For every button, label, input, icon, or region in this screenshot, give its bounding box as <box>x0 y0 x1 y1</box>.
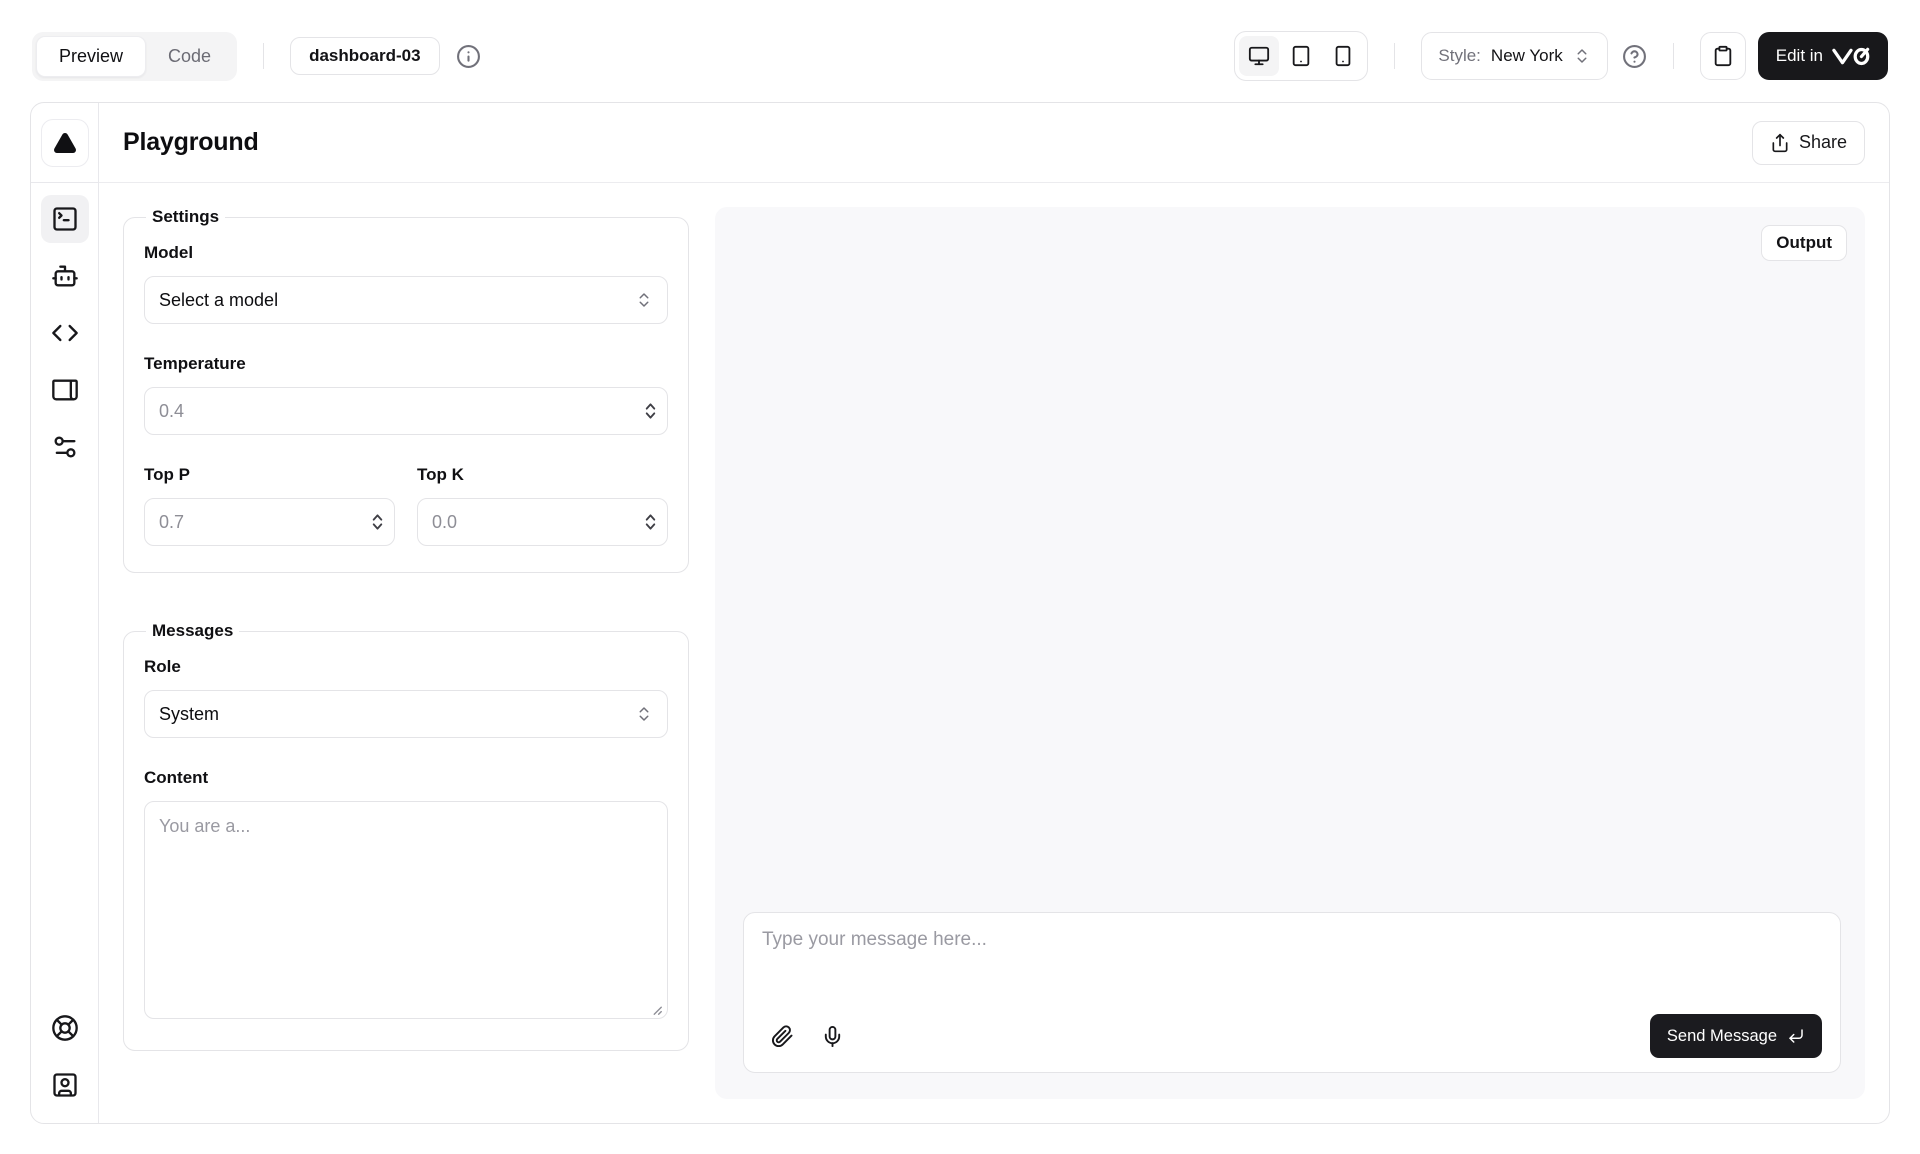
sidebar-item-documentation[interactable] <box>41 366 89 414</box>
book-icon <box>51 376 79 404</box>
chevrons-up-down-icon <box>1573 47 1591 65</box>
temperature-label: Temperature <box>144 354 668 374</box>
messages-fieldset: Messages Role System Content <box>123 621 689 1051</box>
settings-legend: Settings <box>146 207 225 227</box>
temperature-input[interactable] <box>144 387 668 435</box>
toolbar-separator <box>263 43 264 69</box>
message-input[interactable] <box>762 929 1822 1007</box>
content-textarea-wrap <box>144 801 668 1024</box>
device-toggle-group <box>1234 31 1368 81</box>
share-icon <box>1770 133 1790 153</box>
sidebar-bottom-nav <box>41 1004 89 1123</box>
edit-in-v0-button[interactable]: Edit in <box>1758 32 1888 80</box>
help-button[interactable] <box>1622 44 1647 69</box>
send-message-label: Send Message <box>1667 1027 1777 1046</box>
square-user-icon <box>51 1071 79 1099</box>
settings-fieldset: Settings Model Select a model Temperatur… <box>123 207 689 573</box>
output-panel: Output <box>715 207 1865 1099</box>
share-button[interactable]: Share <box>1752 121 1865 165</box>
sidebar-item-settings[interactable] <box>41 423 89 471</box>
model-label: Model <box>144 243 668 263</box>
send-message-button[interactable]: Send Message <box>1650 1014 1822 1058</box>
corner-down-left-icon <box>1787 1027 1805 1045</box>
page-title: Playground <box>123 128 259 157</box>
content-label: Content <box>144 768 668 788</box>
role-select-value: System <box>159 704 219 725</box>
mic-icon <box>821 1025 844 1048</box>
smartphone-icon <box>1332 45 1354 67</box>
settings-sliders-icon <box>51 433 79 461</box>
sidebar-item-account[interactable] <box>41 1061 89 1109</box>
style-select[interactable]: Style: New York <box>1421 32 1607 80</box>
preview-code-tab-group: Preview Code <box>32 32 237 81</box>
sidebar-nav <box>41 183 89 1004</box>
tab-preview[interactable]: Preview <box>36 36 146 77</box>
tab-code[interactable]: Code <box>146 37 233 76</box>
life-buoy-icon <box>51 1014 79 1042</box>
temperature-input-wrap <box>144 387 668 435</box>
use-microphone-button[interactable] <box>812 1016 852 1056</box>
top-k-input[interactable] <box>417 498 668 546</box>
style-select-label: Style: <box>1438 46 1481 66</box>
block-name-badge: dashboard-03 <box>290 37 439 75</box>
toolbar-separator <box>1673 43 1674 69</box>
content-textarea[interactable] <box>144 801 668 1019</box>
tablet-icon <box>1290 45 1312 67</box>
monitor-icon <box>1248 45 1270 67</box>
resize-grip-icon[interactable] <box>649 1002 663 1016</box>
device-mobile-button[interactable] <box>1323 36 1363 76</box>
toolbar-separator <box>1394 43 1395 69</box>
settings-column: Settings Model Select a model Temperatur… <box>123 207 689 1099</box>
sidebar-item-playground[interactable] <box>41 195 89 243</box>
top-k-field: Top K <box>417 465 668 546</box>
bot-icon <box>51 262 79 290</box>
square-terminal-icon <box>51 205 79 233</box>
help-circle-icon <box>1622 44 1647 69</box>
sidebar-logo-cell <box>31 103 98 183</box>
top-p-input[interactable] <box>144 498 395 546</box>
composer-toolbar: Send Message <box>762 1014 1822 1058</box>
chevrons-up-down-icon <box>635 705 653 723</box>
attach-file-button[interactable] <box>762 1016 802 1056</box>
messages-legend: Messages <box>146 621 239 641</box>
sidebar-item-api[interactable] <box>41 309 89 357</box>
style-select-value: New York <box>1491 46 1563 66</box>
preview-frame: Playground Share Settings Model Select a… <box>30 102 1890 1124</box>
info-button[interactable] <box>456 44 481 69</box>
chevrons-up-down-icon <box>635 291 653 309</box>
share-button-label: Share <box>1799 132 1847 153</box>
app-logo-button[interactable] <box>41 119 89 167</box>
model-select-value: Select a model <box>159 290 278 311</box>
copy-code-button[interactable] <box>1700 32 1746 80</box>
sidebar-item-models[interactable] <box>41 252 89 300</box>
sidebar-rail <box>31 103 99 1123</box>
role-select[interactable]: System <box>144 690 668 738</box>
device-desktop-button[interactable] <box>1239 36 1279 76</box>
top-p-field: Top P <box>144 465 395 546</box>
device-tablet-button[interactable] <box>1281 36 1321 76</box>
page-content: Settings Model Select a model Temperatur… <box>99 183 1889 1123</box>
clipboard-icon <box>1712 45 1734 67</box>
model-select[interactable]: Select a model <box>144 276 668 324</box>
main-area: Playground Share Settings Model Select a… <box>99 103 1889 1123</box>
v0-logo-icon <box>1832 47 1870 66</box>
top-toolbar: Preview Code dashboard-03 <box>0 0 1920 102</box>
output-badge: Output <box>1761 225 1847 261</box>
edit-in-v0-label: Edit in <box>1776 46 1823 66</box>
message-composer: Send Message <box>743 912 1841 1073</box>
page-header: Playground Share <box>99 103 1889 183</box>
paperclip-icon <box>771 1025 794 1048</box>
code-icon <box>51 319 79 347</box>
role-label: Role <box>144 657 668 677</box>
top-k-label: Top K <box>417 465 668 485</box>
info-icon <box>456 44 481 69</box>
top-p-label: Top P <box>144 465 395 485</box>
triangle-logo-icon <box>53 131 77 155</box>
sidebar-item-help[interactable] <box>41 1004 89 1052</box>
